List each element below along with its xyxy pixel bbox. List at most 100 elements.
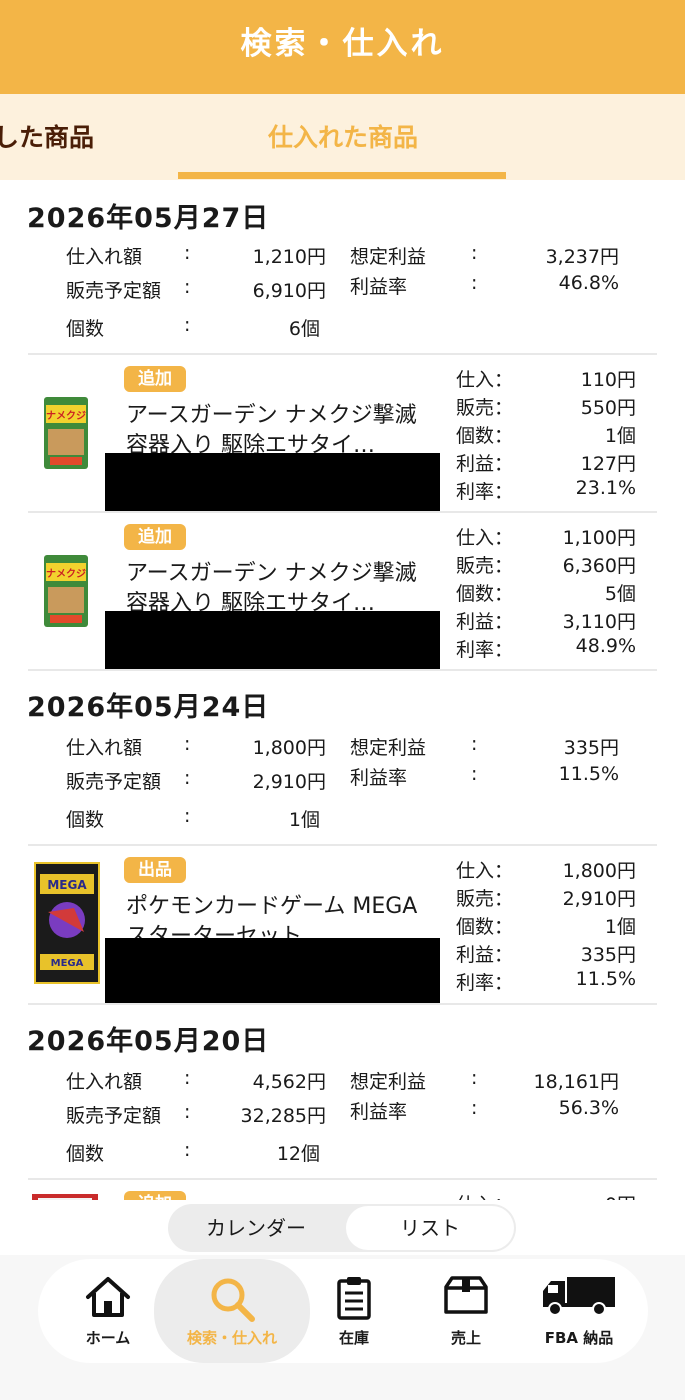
view-toggle: カレンダー リスト — [168, 1204, 516, 1252]
page-title: 検索・仕入れ — [240, 25, 445, 62]
nav-fba-shipment[interactable]: FBA 納品 — [524, 1259, 634, 1363]
truck-icon — [541, 1275, 617, 1321]
profit-margin-label: 利益率 — [350, 1101, 408, 1123]
count-value: 1個 — [288, 809, 320, 831]
expected-profit-label: 想定利益 — [350, 737, 427, 759]
search-icon — [208, 1275, 256, 1327]
calendar-view-button[interactable]: カレンダー — [168, 1204, 344, 1252]
nav-label: FBA 納品 — [544, 1329, 614, 1347]
nav-label: 売上 — [450, 1329, 481, 1347]
profit-margin-value: 56.3% — [558, 1097, 619, 1119]
purchase-list[interactable]: 2026年05月27日 仕入れ額 : 1,210円 想定利益 : 3,237円 … — [0, 180, 685, 1200]
stat-label: 利益： — [456, 944, 514, 966]
tab-active-indicator — [178, 172, 506, 179]
stat-label: 販売： — [456, 555, 514, 577]
product-image: ナメクジ — [44, 555, 88, 627]
nav-search-purchase[interactable]: 検索・仕入れ — [154, 1259, 310, 1363]
day-summary: 仕入れ額 : 4,562円 想定利益 : 18,161円 販売予定額 : 32,… — [66, 1067, 619, 1165]
count-label: 個数 — [66, 1143, 105, 1165]
product-title: アースガーデン ナメクジ撃滅 容器入り 駆除エサタイ… — [126, 403, 417, 458]
item-stats: 仕入： 0円 — [456, 1190, 636, 1200]
count-value: 12個 — [276, 1143, 320, 1165]
planned-sales-value: 6,910円 — [252, 280, 326, 302]
stat-label: 仕入： — [456, 369, 514, 391]
count-label: 個数 — [66, 318, 105, 340]
stat-value: 5個 — [604, 583, 636, 605]
redaction-block — [105, 453, 440, 513]
tab-searched-items[interactable]: した商品 — [0, 118, 94, 154]
profit-margin-label: 利益率 — [350, 767, 408, 789]
product-title: アースガーデン ナメクジ撃滅 容器入り 駆除エサタイ… — [126, 561, 417, 616]
stat-label: 仕入： — [456, 1190, 513, 1200]
app-header: 検索・仕入れ — [0, 0, 685, 94]
bottom-nav-area: ホーム 検索・仕入れ 在庫 売上 FBA 納品 — [0, 1255, 685, 1400]
tab-bar: した商品 仕入れた商品 — [0, 94, 685, 180]
status-badge: 出品 — [124, 857, 186, 883]
purchase-amount-value: 4,562円 — [252, 1071, 326, 1093]
stat-label: 利率： — [456, 481, 514, 503]
planned-sales-label: 販売予定額 — [66, 1105, 162, 1127]
product-image: MEGA MEGA — [34, 862, 100, 984]
stat-value: 1個 — [604, 916, 636, 938]
home-icon — [84, 1275, 132, 1323]
day-summary: 仕入れ額 : 1,800円 想定利益 : 335円 販売予定額 : 2,910円… — [66, 733, 619, 831]
stat-label: 利率： — [456, 972, 514, 994]
stat-value: 110円 — [580, 369, 636, 391]
stat-label: 仕入： — [456, 860, 514, 882]
stat-label: 利益： — [456, 453, 514, 475]
stat-value: 2,910円 — [562, 888, 636, 910]
nav-home[interactable]: ホーム — [48, 1259, 168, 1363]
expected-profit-value: 18,161円 — [533, 1071, 619, 1093]
stat-value: 1,800円 — [562, 860, 636, 882]
purchase-item[interactable]: MEGA MEGA 出品 ポケモンカードゲーム MEGA スターターセット 仕入… — [0, 846, 685, 1004]
stat-value: 6,360円 — [562, 555, 636, 577]
product-image: ナメクジ — [44, 397, 88, 469]
svg-text:MEGA: MEGA — [51, 958, 84, 969]
stat-value: 0円 — [605, 1190, 636, 1200]
profit-margin-value: 11.5% — [558, 763, 619, 785]
stat-value: 11.5% — [575, 968, 636, 990]
stat-value: 3,110円 — [562, 611, 636, 633]
stat-label: 販売： — [456, 397, 514, 419]
stat-label: 個数： — [456, 916, 514, 938]
purchase-amount-label: 仕入れ額 — [66, 246, 143, 268]
nav-label: ホーム — [85, 1329, 131, 1347]
redaction-block — [105, 938, 440, 1004]
tab-purchased-items[interactable]: 仕入れた商品 — [180, 118, 506, 154]
list-view-button[interactable]: リスト — [346, 1206, 514, 1250]
item-stats: 仕入： 1,100円 販売： 6,360円 個数： 5個 利益： 3,110円 利率： 4… — [456, 523, 636, 663]
purchase-item[interactable]: ナメクジ 追加 アースガーデン ナメクジ撃滅 容器入り 駆除エサタイ… 仕入： 1… — [0, 355, 685, 513]
svg-text:ナメクジ: ナメクジ — [46, 568, 86, 580]
planned-sales-value: 32,285円 — [240, 1105, 326, 1127]
expected-profit-label: 想定利益 — [350, 246, 427, 268]
nav-sales[interactable]: 売上 — [416, 1259, 516, 1363]
bottom-nav: ホーム 検索・仕入れ 在庫 売上 FBA 納品 — [38, 1259, 648, 1363]
redaction-block — [105, 611, 440, 671]
box-icon — [442, 1275, 490, 1319]
item-stats: 仕入： 110円 販売： 550円 個数： 1個 利益： 127円 利率： 23.1% — [456, 365, 636, 505]
expected-profit-label: 想定利益 — [350, 1071, 427, 1093]
purchase-amount-label: 仕入れ額 — [66, 737, 143, 759]
nav-label: 検索・仕入れ — [186, 1329, 277, 1347]
stat-label: 個数： — [456, 425, 514, 447]
svg-text:ナメクジ: ナメクジ — [46, 410, 86, 422]
count-value: 6個 — [288, 318, 320, 340]
purchase-amount-label: 仕入れ額 — [66, 1071, 143, 1093]
stat-label: 販売： — [456, 888, 514, 910]
profit-margin-value: 46.8% — [558, 272, 619, 294]
nav-inventory[interactable]: 在庫 — [304, 1259, 404, 1363]
status-badge: 追加 — [124, 366, 186, 392]
stat-value: 1,100円 — [562, 527, 636, 549]
purchase-item[interactable]: ナメクジ 追加 アースガーデン ナメクジ撃滅 容器入り 駆除エサタイ… 仕入： 1… — [0, 513, 685, 671]
planned-sales-value: 2,910円 — [252, 771, 326, 793]
status-badge: 追加 — [124, 524, 186, 550]
status-badge: 追加 — [124, 1191, 186, 1200]
nav-label: 在庫 — [338, 1329, 369, 1347]
purchase-item[interactable]: 追加 仕入： 0円 — [0, 1180, 685, 1200]
stat-label: 利率： — [456, 639, 514, 661]
stat-value: 48.9% — [575, 635, 636, 657]
planned-sales-label: 販売予定額 — [66, 771, 162, 793]
item-stats: 仕入： 1,800円 販売： 2,910円 個数： 1個 利益： 335円 利率： 11.… — [456, 856, 636, 996]
stat-value: 127円 — [580, 453, 636, 475]
svg-text:MEGA: MEGA — [47, 878, 87, 892]
